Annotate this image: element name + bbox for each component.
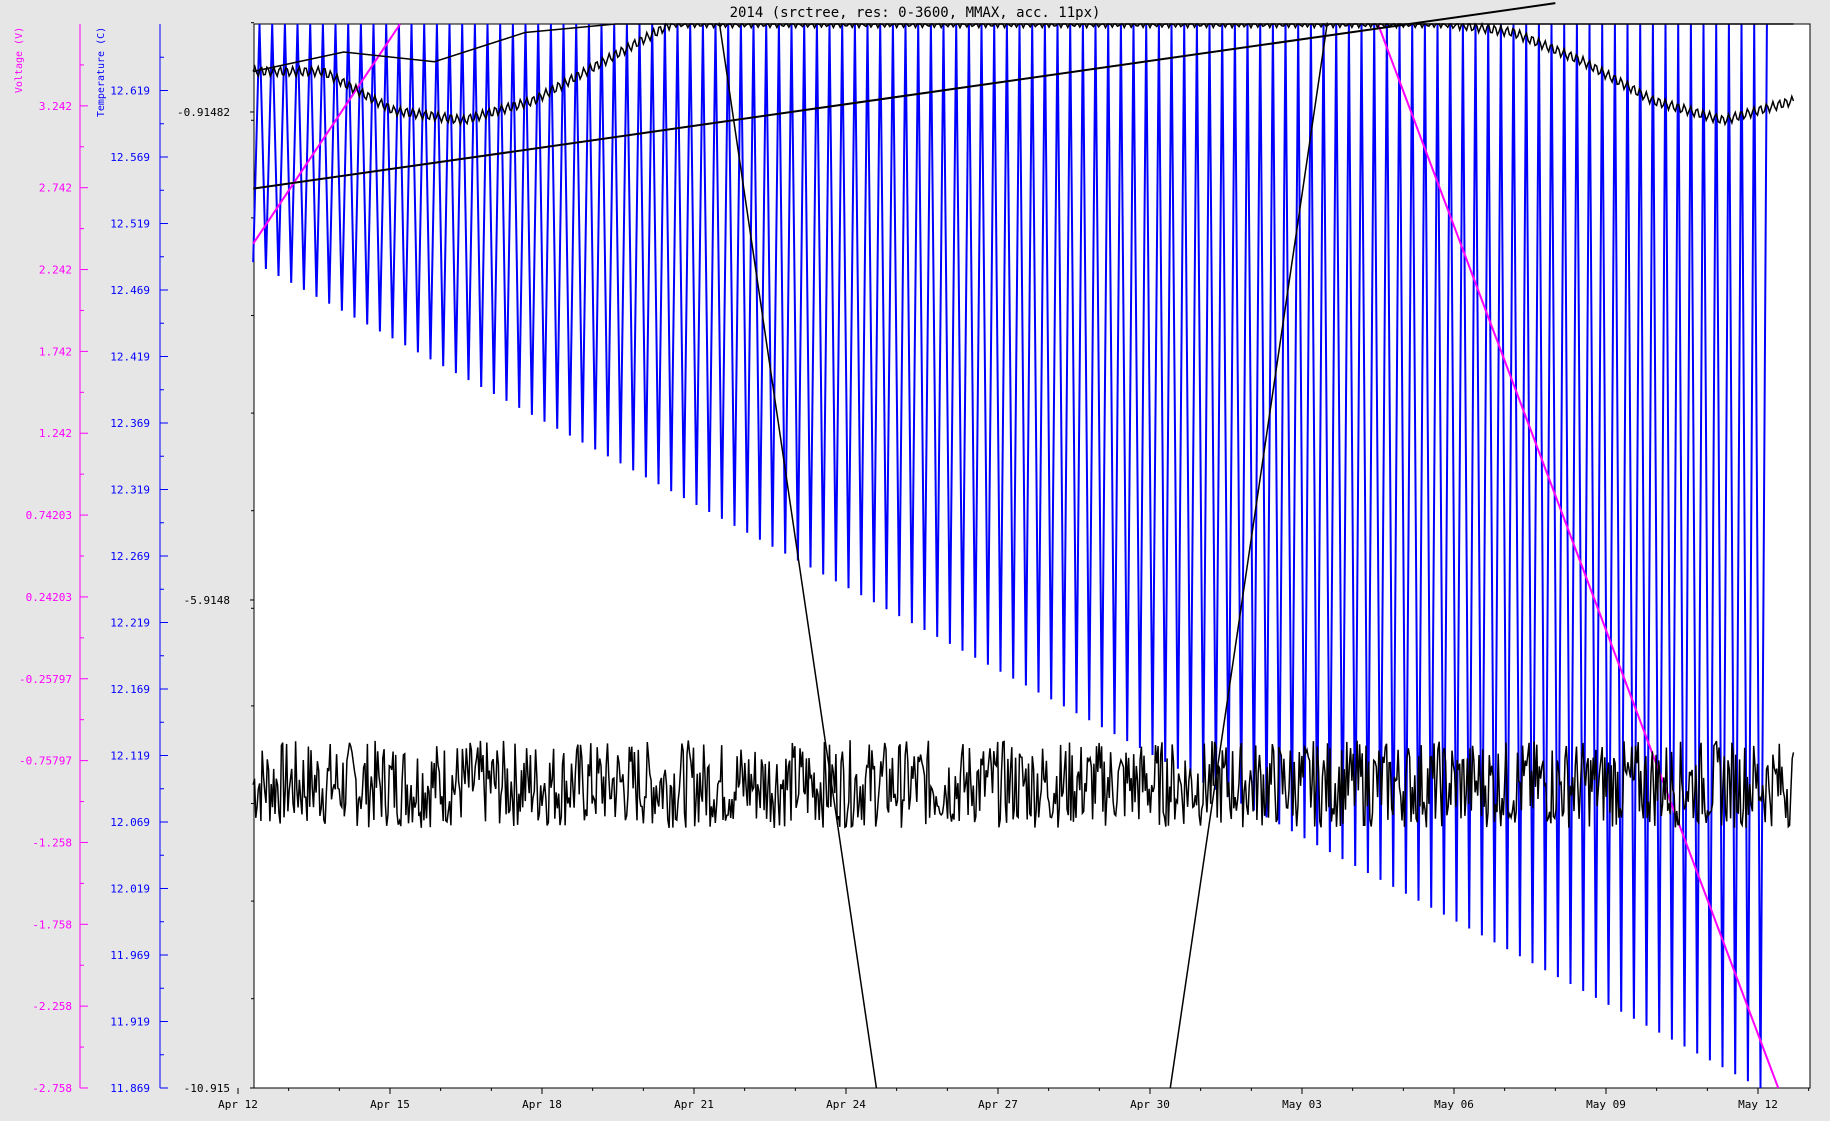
x-tick-label: Apr 27 <box>978 1098 1018 1111</box>
voltage-tick-label: 2.742 <box>39 182 72 195</box>
voltage-tick-label: -2.758 <box>32 1082 72 1095</box>
x-tick-label: May 03 <box>1282 1098 1322 1111</box>
chart-figure: 2014 (srctree, res: 0-3600, MMAX, acc. 1… <box>0 0 1830 1117</box>
temperature-tick-label: 12.619 <box>110 85 150 98</box>
temperature-tick-label: 11.969 <box>110 949 150 962</box>
temperature-tick-label: 12.169 <box>110 683 150 696</box>
voltage-tick-label: -2.258 <box>32 1000 72 1013</box>
temperature-tick-label: 12.369 <box>110 417 150 430</box>
temperature-tick-label: 11.919 <box>110 1016 150 1029</box>
chart-title: 2014 (srctree, res: 0-3600, MMAX, acc. 1… <box>730 5 1101 21</box>
temperature-tick-label: 12.319 <box>110 484 150 497</box>
x-tick-label: Apr 24 <box>826 1098 866 1111</box>
x-tick-label: Apr 30 <box>1130 1098 1170 1111</box>
x-tick-label: Apr 18 <box>522 1098 562 1111</box>
voltage-tick-label: -1.758 <box>32 918 72 931</box>
x-tick-label: May 12 <box>1738 1098 1778 1111</box>
voltage-tick-label: 0.74203 <box>26 509 72 522</box>
primary-tick-label: -10.915 <box>184 1082 230 1095</box>
temperature-tick-label: 12.069 <box>110 816 150 829</box>
primary-tick-label: -0.91482 <box>177 106 230 119</box>
temperature-tick-label: 11.869 <box>110 1082 150 1095</box>
temperature-tick-label: 12.419 <box>110 351 150 364</box>
temperature-tick-label: 12.519 <box>110 218 150 231</box>
voltage-axis-label: Voltage (V) <box>14 27 25 93</box>
temperature-axis-label: Temperature (C) <box>96 27 107 117</box>
temperature-tick-label: 12.019 <box>110 883 150 896</box>
voltage-tick-label: -0.25797 <box>19 673 72 686</box>
voltage-tick-label: -1.258 <box>32 836 72 849</box>
temperature-tick-label: 12.119 <box>110 750 150 763</box>
temperature-tick-label: 12.469 <box>110 284 150 297</box>
voltage-tick-label: 2.242 <box>39 264 72 277</box>
x-tick-label: Apr 15 <box>370 1098 410 1111</box>
primary-tick-label: -5.9148 <box>184 594 230 607</box>
temperature-tick-label: 12.569 <box>110 151 150 164</box>
voltage-tick-label: 1.242 <box>39 427 72 440</box>
voltage-tick-label: 3.242 <box>39 100 72 113</box>
x-tick-label: Apr 21 <box>674 1098 714 1111</box>
voltage-tick-label: 0.24203 <box>26 591 72 604</box>
x-tick-label: May 06 <box>1434 1098 1474 1111</box>
x-tick-label: May 09 <box>1586 1098 1626 1111</box>
temperature-tick-label: 12.219 <box>110 617 150 630</box>
x-tick-label: Apr 12 <box>218 1098 258 1111</box>
voltage-tick-label: -0.75797 <box>19 755 72 768</box>
temperature-tick-label: 12.269 <box>110 550 150 563</box>
voltage-tick-label: 1.742 <box>39 345 72 358</box>
chart-svg: 2014 (srctree, res: 0-3600, MMAX, acc. 1… <box>14 2 1811 1111</box>
